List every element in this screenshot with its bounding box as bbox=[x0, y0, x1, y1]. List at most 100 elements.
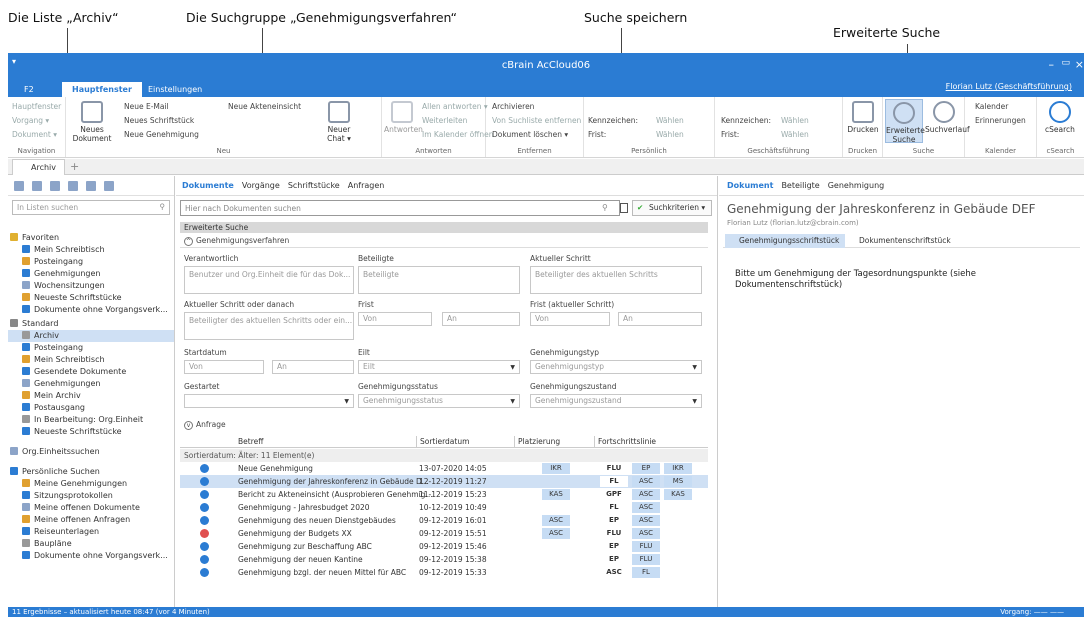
tree-item[interactable]: Meine Genehmigungen bbox=[8, 478, 127, 490]
advanced-search-button[interactable]: Erweiterte Suche bbox=[885, 99, 925, 144]
ribbon-hauptfenster[interactable]: Hauptfenster bbox=[12, 102, 61, 111]
filter-icon[interactable] bbox=[32, 181, 42, 191]
reply-button[interactable]: Antworten bbox=[384, 101, 423, 134]
eilt-select[interactable]: Eilt bbox=[358, 360, 520, 374]
start-von-input[interactable]: Von bbox=[184, 360, 264, 374]
tree-item[interactable]: Genehmigungen bbox=[8, 268, 101, 280]
save-search-icon[interactable] bbox=[620, 203, 628, 213]
genehmigungstyp-select[interactable]: Genehmigungstyp bbox=[530, 360, 702, 374]
tree-item[interactable]: In Bearbeitung: Org.Einheit bbox=[8, 414, 143, 426]
tree-group[interactable]: Standard bbox=[8, 318, 58, 330]
tree-group[interactable]: Persönliche Suchen bbox=[8, 466, 100, 478]
tab-schriftstuecke[interactable]: Schriftstücke bbox=[288, 181, 340, 190]
ribbon-dokument[interactable]: Dokument ▾ bbox=[12, 130, 57, 139]
table-row[interactable]: Genehmigung der Budgets XX 09-12-2019 15:… bbox=[180, 527, 708, 540]
tree-item[interactable]: Archiv bbox=[8, 330, 174, 342]
verantwortlich-input[interactable]: Benutzer und Org.Einheit die für das Dok… bbox=[184, 266, 354, 294]
archive-button[interactable]: Archivieren bbox=[492, 102, 534, 111]
tree-item[interactable]: Mein Archiv bbox=[8, 390, 81, 402]
table-row[interactable]: Genehmigung der Jahreskonferenz in Gebäu… bbox=[180, 475, 708, 488]
tab-archiv[interactable]: Archiv bbox=[12, 159, 66, 175]
tab-beteiligte[interactable]: Beteiligte bbox=[781, 181, 819, 190]
tree-group[interactable]: Favoriten bbox=[8, 232, 59, 244]
tree-item[interactable]: Dokumente ohne Vorgangsverk... bbox=[8, 304, 168, 316]
table-row[interactable]: Genehmigung - Jahresbudget 2020 10-12-201… bbox=[180, 501, 708, 514]
tree-item[interactable]: Postausgang bbox=[8, 402, 85, 414]
tab-genehmigungsschriftstueck[interactable]: Genehmigungsschriftstück bbox=[725, 234, 846, 248]
tree-item[interactable]: Mein Schreibtisch bbox=[8, 244, 105, 256]
table-row[interactable]: Genehmigung bzgl. der neuen Mittel für A… bbox=[180, 566, 708, 579]
gestartet-select[interactable] bbox=[184, 394, 354, 408]
frist-select[interactable]: Wählen bbox=[656, 130, 684, 139]
tab-vorgaenge[interactable]: Vorgänge bbox=[242, 181, 280, 190]
beteiligte-input[interactable]: Beteiligte bbox=[358, 266, 520, 294]
search-criteria-button[interactable]: ✔ Suchkriterien ▾ bbox=[632, 200, 712, 216]
tree-item[interactable]: Dokumente ohne Vorgangsverk... bbox=[8, 550, 168, 562]
share-icon[interactable] bbox=[86, 181, 96, 191]
ribbon-vorgang[interactable]: Vorgang ▾ bbox=[12, 116, 49, 125]
tab-anfragen[interactable]: Anfragen bbox=[348, 181, 385, 190]
add-tab-icon[interactable]: + bbox=[70, 160, 79, 173]
minimize-button[interactable]: – bbox=[1049, 58, 1055, 71]
group-genehmigungsverfahren[interactable]: ^ Genehmigungsverfahren bbox=[184, 236, 289, 246]
kennzeichen-select[interactable]: Wählen bbox=[781, 116, 809, 125]
tab-dokumentenschriftstueck[interactable]: Dokumentenschriftstück bbox=[847, 234, 951, 248]
tree-item[interactable]: Meine offenen Dokumente bbox=[8, 502, 140, 514]
tree-item[interactable]: Posteingang bbox=[8, 342, 83, 354]
table-row[interactable]: Genehmigung zur Beschaffung ABC 09-12-201… bbox=[180, 540, 708, 553]
tree-item[interactable]: Genehmigungen bbox=[8, 378, 101, 390]
search-history-button[interactable]: Suchverlauf bbox=[925, 101, 970, 134]
frist-select[interactable]: Wählen bbox=[781, 130, 809, 139]
frist-ak-an-input[interactable]: An bbox=[618, 312, 702, 326]
delete-document-button[interactable]: Dokument löschen ▾ bbox=[492, 130, 568, 139]
tree-item[interactable]: Posteingang bbox=[8, 256, 83, 268]
aktueller-schritt-oder-danach-input[interactable]: Beteiligter des aktuellen Schritts oder … bbox=[184, 312, 354, 340]
group-row[interactable]: Sortierdatum: Älter: 11 Element(e) bbox=[180, 449, 708, 462]
layout-icon[interactable] bbox=[50, 181, 60, 191]
export-icon[interactable] bbox=[104, 181, 114, 191]
tree-item[interactable]: Gesendete Dokumente bbox=[8, 366, 126, 378]
tree-item[interactable]: Wochensitzungen bbox=[8, 280, 105, 292]
tree-item[interactable]: Sitzungsprotokollen bbox=[8, 490, 113, 502]
genehmigungsstatus-select[interactable]: Genehmigungsstatus bbox=[358, 394, 520, 408]
tree-item[interactable]: Baupläne bbox=[8, 538, 72, 550]
list-icon[interactable] bbox=[14, 181, 24, 191]
open-calendar-button[interactable]: Im Kalender öffnen bbox=[422, 130, 493, 139]
list-search-input[interactable]: In Listen suchen ⚲ bbox=[12, 200, 170, 215]
calendar-button[interactable]: Kalender bbox=[975, 102, 1008, 111]
user-link[interactable]: Florian Lutz (Geschäftsführung) bbox=[946, 82, 1072, 91]
table-row[interactable]: Bericht zu Akteneinsicht (Ausprobieren G… bbox=[180, 488, 708, 501]
reply-all-button[interactable]: Allen antworten ▾ bbox=[422, 102, 488, 111]
forward-button[interactable]: Weiterleiten bbox=[422, 116, 467, 125]
kennzeichen-select[interactable]: Wählen bbox=[656, 116, 684, 125]
tree-item[interactable]: Mein Schreibtisch bbox=[8, 354, 105, 366]
tab-einstellungen[interactable]: Einstellungen bbox=[138, 82, 212, 97]
tree-item[interactable]: Neueste Schriftstücke bbox=[8, 426, 122, 438]
new-document-button[interactable]: Neues Dokument bbox=[72, 101, 112, 143]
tab-genehmigung[interactable]: Genehmigung bbox=[828, 181, 885, 190]
csearch-button[interactable]: cSearch bbox=[1039, 101, 1081, 134]
new-akteneinsicht-button[interactable]: Neue Akteneinsicht bbox=[228, 102, 301, 111]
table-row[interactable]: Genehmigung der neuen Kantine 09-12-2019 … bbox=[180, 553, 708, 566]
new-chat-button[interactable]: Neuer Chat ▾ bbox=[321, 101, 357, 143]
col-fortschrittslinie[interactable]: Fortschrittslinie bbox=[594, 436, 656, 448]
tree-item[interactable]: Meine offenen Anfragen bbox=[8, 514, 130, 526]
maximize-button[interactable]: ▭ bbox=[1061, 58, 1070, 68]
table-row[interactable]: Genehmigung des neuen Dienstgebäudes 09-1… bbox=[180, 514, 708, 527]
print-button[interactable]: Drucken bbox=[845, 101, 881, 134]
group-anfrage[interactable]: v Anfrage bbox=[184, 420, 226, 430]
tab-dokumente[interactable]: Dokumente bbox=[182, 181, 234, 190]
search-icon[interactable]: ⚲ bbox=[602, 203, 608, 212]
tree-item[interactable]: Reiseunterlagen bbox=[8, 526, 99, 538]
close-button[interactable]: × bbox=[1075, 58, 1084, 71]
tree-group[interactable]: Org.Einheitssuchen bbox=[8, 446, 100, 458]
document-search-input[interactable]: Hier nach Dokumenten suchen bbox=[180, 200, 620, 216]
genehmigungszustand-select[interactable]: Genehmigungszustand bbox=[530, 394, 702, 408]
new-genehmigung-button[interactable]: Neue Genehmigung bbox=[124, 130, 199, 139]
frist-ak-von-input[interactable]: Von bbox=[530, 312, 610, 326]
reminders-button[interactable]: Erinnerungen bbox=[975, 116, 1026, 125]
start-an-input[interactable]: An bbox=[272, 360, 354, 374]
tree-item[interactable]: Neueste Schriftstücke bbox=[8, 292, 122, 304]
frist-an-input[interactable]: An bbox=[442, 312, 520, 326]
col-sortierdatum[interactable]: Sortierdatum bbox=[416, 436, 469, 448]
